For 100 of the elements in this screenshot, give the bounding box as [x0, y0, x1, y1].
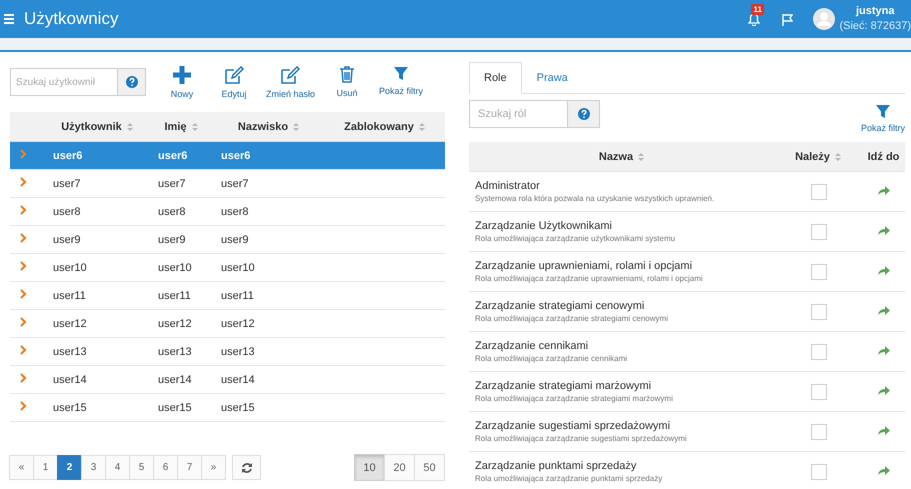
- tab[interactable]: Prawa: [522, 62, 583, 94]
- role-description: Rola umożliwiająca zarządzanie uprawnieniami, rolami i opcjami: [475, 274, 704, 283]
- refresh-button[interactable]: [232, 455, 261, 480]
- avatar-icon[interactable]: [813, 8, 836, 30]
- table-cell: user8: [221, 206, 249, 218]
- chevron-icon[interactable]: [20, 373, 27, 383]
- table-cell: user11: [158, 290, 191, 302]
- table-cell: user15: [221, 402, 255, 414]
- table-row[interactable]: user8 user8 user8: [10, 198, 445, 226]
- share-arrow-icon[interactable]: [877, 264, 890, 276]
- page-button[interactable]: 6: [153, 455, 178, 480]
- network-label: (Sieć: 872637): [839, 19, 911, 34]
- share-arrow-icon[interactable]: [877, 464, 890, 476]
- page-button[interactable]: 4: [105, 455, 130, 480]
- table-row[interactable]: user14 user14 user14: [10, 366, 445, 394]
- table-cell: user7: [53, 178, 81, 190]
- role-name: Zarządzanie Użytkownikami: [475, 220, 613, 232]
- toolbar-button[interactable]: Pokaż filtry: [379, 66, 424, 96]
- page-button[interactable]: 3: [81, 455, 106, 480]
- page-size-button[interactable]: 20: [384, 454, 415, 481]
- toolbar-button[interactable]: Edytuj: [214, 66, 254, 99]
- help-icon: [126, 76, 138, 88]
- checkbox[interactable]: [810, 224, 826, 240]
- page-size-button[interactable]: 50: [414, 454, 445, 481]
- role-description: Systemowa rola która pozwala na uzyskanie wszystkich uprawnień.: [475, 194, 716, 203]
- toolbar-button[interactable]: Zmień hasło: [266, 66, 316, 99]
- role-name: Administrator: [475, 180, 541, 192]
- checkbox[interactable]: [810, 384, 826, 400]
- help-button[interactable]: [118, 68, 146, 96]
- page-title: Użytkownicy: [24, 9, 120, 29]
- search-field[interactable]: Szukaj ról: [469, 100, 568, 128]
- chevron-icon[interactable]: [20, 289, 27, 299]
- page-button[interactable]: 5: [129, 455, 154, 480]
- chevron-icon[interactable]: [20, 401, 27, 411]
- table-cell: user12: [158, 318, 192, 330]
- share-arrow-icon[interactable]: [877, 344, 890, 356]
- page-button[interactable]: 2: [57, 455, 82, 480]
- search-field[interactable]: Szukaj użytkownił: [10, 68, 118, 96]
- share-arrow-icon[interactable]: [877, 184, 890, 196]
- table-row[interactable]: user11 user11 user11: [10, 282, 445, 310]
- chevron-icon[interactable]: [20, 177, 27, 187]
- menu-icon[interactable]: [4, 14, 14, 24]
- checkbox[interactable]: [810, 304, 826, 320]
- chevron-icon[interactable]: [20, 205, 27, 215]
- column-header[interactable]: Nazwa: [598, 150, 646, 162]
- page-button[interactable]: «: [9, 455, 34, 480]
- toolbar-button[interactable]: Nowy: [162, 66, 202, 99]
- chevron-icon[interactable]: [20, 317, 27, 327]
- role-name: Zarządzanie strategiami marżowymi: [475, 380, 652, 392]
- share-arrow-icon[interactable]: [877, 384, 890, 396]
- checkbox[interactable]: [810, 424, 826, 440]
- table-cell: user15: [53, 402, 87, 414]
- sort-icon: [418, 122, 426, 132]
- table-cell: user11: [221, 290, 254, 302]
- page-button[interactable]: »: [201, 455, 226, 480]
- table-row[interactable]: user12 user12 user12: [10, 310, 445, 338]
- share-arrow-icon[interactable]: [877, 304, 890, 316]
- bell-icon[interactable]: [747, 12, 762, 26]
- notification-badge: 11: [751, 4, 764, 15]
- table-row[interactable]: user13 user13 user13: [10, 338, 445, 366]
- checkbox[interactable]: [810, 264, 826, 280]
- sort-icon: [834, 152, 842, 162]
- table-cell: user6: [158, 150, 188, 162]
- checkbox[interactable]: [810, 464, 826, 480]
- table-row[interactable]: user15 user15 user15: [10, 394, 445, 422]
- table-cell: user10: [221, 262, 255, 274]
- checkbox[interactable]: [810, 344, 826, 360]
- chevron-icon[interactable]: [20, 261, 27, 271]
- sort-icon: [292, 122, 300, 132]
- table-cell: user13: [53, 346, 87, 358]
- help-button[interactable]: [568, 100, 600, 128]
- checkbox[interactable]: [810, 184, 826, 200]
- table-row[interactable]: user6 user6 user6: [10, 142, 445, 170]
- table-row[interactable]: user9 user9 user9: [10, 226, 445, 254]
- table-cell: user13: [158, 346, 192, 358]
- chevron-icon[interactable]: [20, 233, 27, 243]
- table-row[interactable]: user10 user10 user10: [10, 254, 445, 282]
- chevron-icon[interactable]: [20, 345, 27, 355]
- user-name[interactable]: justyna: [856, 4, 894, 19]
- page-button[interactable]: 1: [33, 455, 58, 480]
- table-cell: user10: [158, 262, 192, 274]
- refresh-icon: [240, 462, 252, 474]
- share-arrow-icon[interactable]: [877, 224, 890, 236]
- page-button[interactable]: 7: [177, 455, 202, 480]
- table-cell: user7: [158, 178, 186, 190]
- table-cell: user14: [53, 374, 87, 386]
- table-cell: user12: [53, 318, 87, 330]
- role-name: Zarządzanie strategiami cenowymi: [475, 300, 646, 312]
- toolbar-button[interactable]: Pokaż filtry: [860, 100, 905, 133]
- table-cell: user12: [221, 318, 255, 330]
- table-row[interactable]: user7 user7 user7: [10, 170, 445, 198]
- tab[interactable]: Role: [469, 62, 522, 94]
- page-size-button[interactable]: 10: [354, 454, 385, 481]
- table-cell: user7: [221, 178, 249, 190]
- share-arrow-icon[interactable]: [877, 424, 890, 436]
- table-cell: user9: [53, 234, 81, 246]
- flag-icon[interactable]: [781, 12, 794, 26]
- edit-icon: [281, 66, 300, 84]
- toolbar-button[interactable]: Usuń: [327, 66, 368, 98]
- table-cell: user15: [158, 402, 192, 414]
